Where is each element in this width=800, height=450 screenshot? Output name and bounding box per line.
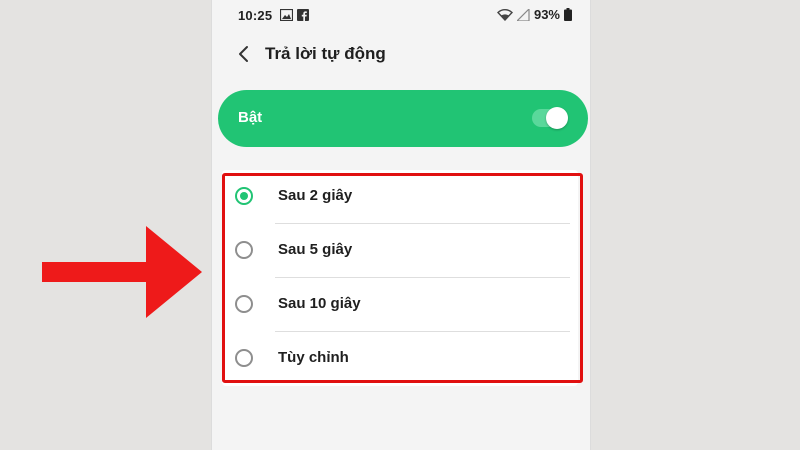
option-5-seconds[interactable]: Sau 5 giây bbox=[222, 224, 578, 278]
status-bar: 10:25 93% bbox=[212, 0, 590, 32]
option-label: Sau 5 giây bbox=[278, 241, 353, 258]
option-label: Tùy chỉnh bbox=[278, 349, 349, 366]
radio-button-checked[interactable] bbox=[235, 187, 253, 205]
option-label: Sau 10 giây bbox=[278, 295, 361, 312]
delay-options-list: Sau 2 giây Sau 5 giây Sau 10 giây Tùy ch… bbox=[222, 170, 578, 386]
master-toggle-row[interactable]: Bật bbox=[218, 90, 588, 147]
radio-button[interactable] bbox=[235, 241, 253, 259]
option-custom[interactable]: Tùy chỉnh bbox=[222, 332, 578, 386]
radio-button[interactable] bbox=[235, 295, 253, 313]
chevron-left-icon[interactable] bbox=[234, 44, 254, 64]
radio-button[interactable] bbox=[235, 349, 253, 367]
signal-icon bbox=[516, 8, 530, 21]
option-label: Sau 2 giây bbox=[278, 187, 353, 204]
master-toggle-switch[interactable] bbox=[532, 107, 568, 129]
status-time: 10:25 bbox=[238, 8, 273, 23]
page-title: Trả lời tự động bbox=[265, 44, 386, 63]
master-toggle-label: Bật bbox=[238, 109, 263, 126]
option-10-seconds[interactable]: Sau 10 giây bbox=[222, 278, 578, 332]
wifi-icon bbox=[496, 9, 513, 21]
battery-icon bbox=[564, 8, 572, 21]
battery-percent: 93% bbox=[533, 7, 560, 22]
app-header: Trả lời tự động bbox=[212, 36, 590, 74]
switch-knob bbox=[546, 107, 568, 129]
status-right: 93% bbox=[496, 7, 572, 22]
image-icon bbox=[280, 9, 293, 21]
annotation-arrow-icon bbox=[42, 226, 202, 318]
option-2-seconds[interactable]: Sau 2 giây bbox=[222, 170, 578, 224]
screenshot-stage: 10:25 93% Trả lời tự động Bật Sau 2 giây… bbox=[0, 0, 800, 450]
facebook-icon bbox=[297, 9, 309, 21]
phone-screen: 10:25 93% Trả lời tự động Bật Sau 2 giây… bbox=[212, 0, 590, 450]
